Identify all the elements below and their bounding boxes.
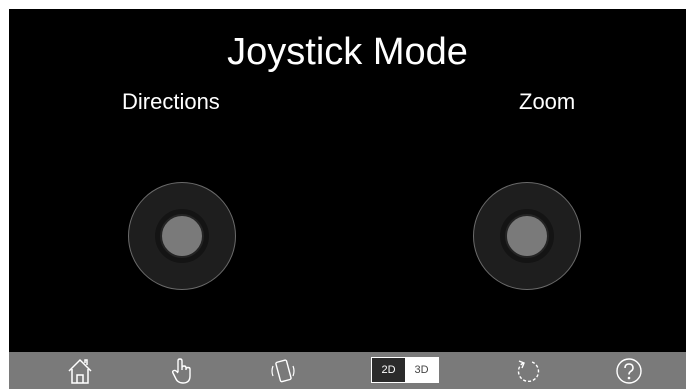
home-button[interactable] bbox=[65, 356, 95, 386]
view-3d-option[interactable]: 3D bbox=[405, 358, 438, 382]
page-title: Joystick Mode bbox=[227, 31, 468, 73]
directions-joystick-knob[interactable] bbox=[160, 214, 204, 258]
motion-mode-button[interactable] bbox=[268, 356, 298, 386]
view-mode-toggle[interactable]: 2D 3D bbox=[371, 357, 439, 383]
refresh-icon bbox=[517, 360, 540, 383]
phone-vibrate-icon bbox=[271, 359, 295, 383]
zoom-joystick[interactable] bbox=[473, 182, 581, 290]
directions-label: Directions bbox=[122, 89, 220, 114]
view-2d-option[interactable]: 2D bbox=[372, 358, 405, 382]
joystick-screen: Joystick Mode Directions Zoom bbox=[9, 9, 686, 352]
reset-button[interactable] bbox=[513, 356, 543, 386]
zoom-label: Zoom bbox=[519, 89, 576, 114]
help-icon bbox=[616, 358, 642, 384]
directions-joystick[interactable] bbox=[128, 182, 236, 290]
zoom-joystick-knob[interactable] bbox=[505, 214, 549, 258]
touch-mode-button[interactable] bbox=[167, 356, 197, 386]
home-icon bbox=[68, 358, 92, 384]
help-button[interactable] bbox=[614, 356, 644, 386]
bottom-toolbar: 2D 3D bbox=[9, 352, 686, 389]
hand-pointer-icon bbox=[171, 358, 191, 384]
